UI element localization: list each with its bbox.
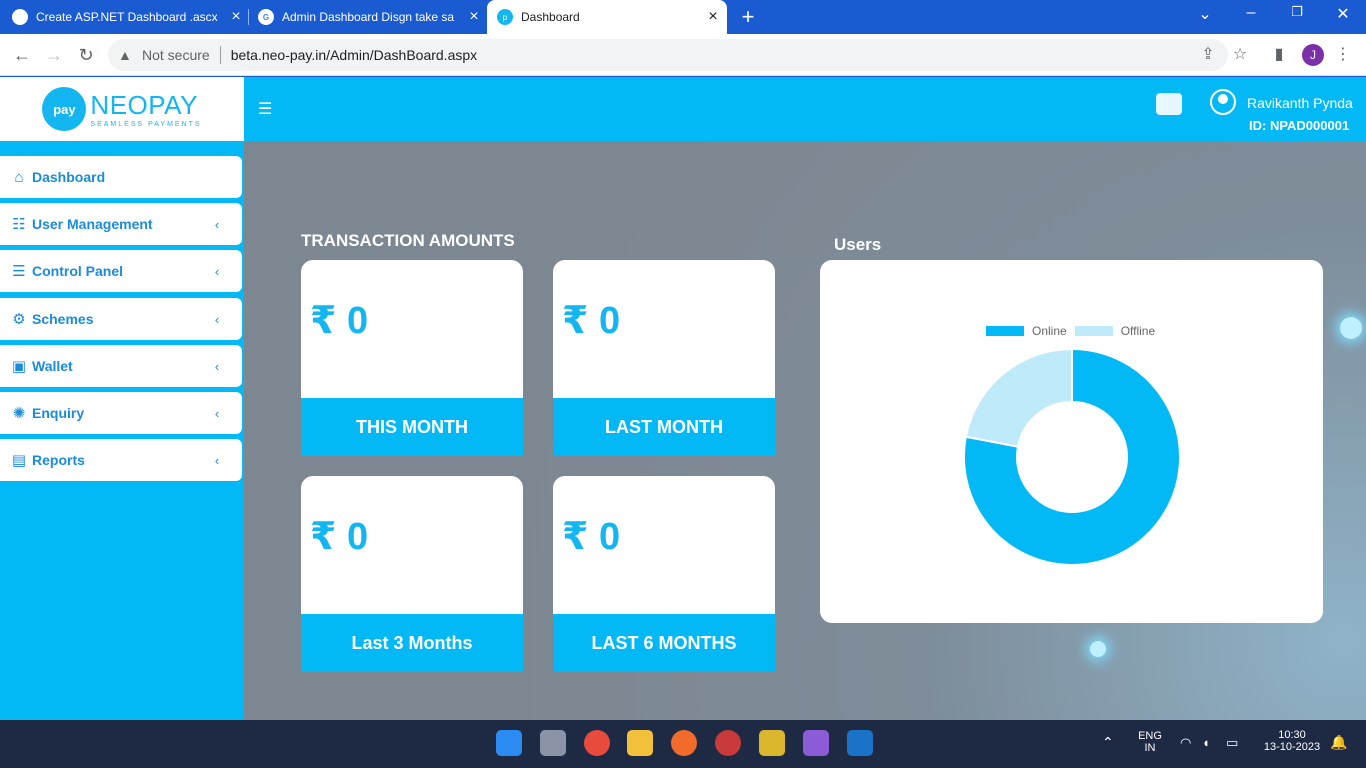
user-id: ID: NPAD000001 bbox=[1249, 118, 1350, 133]
sidebar-item-dashboard[interactable]: ⌂ Dashboard bbox=[0, 156, 242, 198]
chevron-left-icon[interactable]: ‹ bbox=[208, 264, 226, 279]
share-icon[interactable]: ⇪ bbox=[1197, 44, 1219, 66]
brand-name: NEOPAY bbox=[90, 90, 198, 120]
notification-bell-icon[interactable]: 🔔 bbox=[1330, 734, 1347, 751]
windows-start-icon[interactable] bbox=[496, 730, 522, 756]
address-bar[interactable]: ▲ Not secure beta.neo-pay.in/Admin/DashB… bbox=[108, 39, 1228, 71]
file-explorer-icon[interactable] bbox=[627, 730, 653, 756]
chrome-icon[interactable] bbox=[584, 730, 610, 756]
language-indicator[interactable]: ENG IN bbox=[1134, 730, 1166, 754]
close-tab-icon[interactable]: × bbox=[228, 8, 244, 26]
chevron-left-icon[interactable]: ‹ bbox=[208, 312, 226, 327]
star-icon[interactable]: ☆ bbox=[1229, 44, 1251, 66]
sidebar-item-schemes[interactable]: ⚙ Schemes ‹ bbox=[0, 298, 242, 340]
google-icon: G bbox=[258, 9, 274, 25]
close-tab-icon[interactable]: × bbox=[466, 8, 482, 26]
amount-value: ₹ 0 bbox=[310, 300, 369, 342]
restore-icon[interactable]: ❐ bbox=[1287, 4, 1307, 20]
outlook-icon[interactable] bbox=[847, 730, 873, 756]
card-caption: Last 3 Months bbox=[301, 614, 523, 672]
os-taskbar: ⌃ ENG IN ◠ ◖ ▭ 10:30 13-10-2023 🔔 bbox=[0, 720, 1366, 768]
amount-value: ₹ 0 bbox=[310, 516, 369, 558]
donut-slice-offline[interactable] bbox=[964, 347, 1073, 448]
amount-card-last-3-months[interactable]: ₹ 0 Last 3 Months bbox=[301, 476, 523, 672]
sidebar-item-wallet[interactable]: ▣ Wallet ‹ bbox=[0, 345, 242, 387]
close-window-icon[interactable]: ✕ bbox=[1333, 4, 1353, 24]
sidebar-item-user-management[interactable]: ☷ User Management ‹ bbox=[0, 203, 242, 245]
sidebar: ⌂ Dashboard ☷ User Management ‹ ☰ Contro… bbox=[0, 141, 244, 720]
tab-dashboard[interactable]: p Dashboard × bbox=[487, 0, 727, 34]
visual-studio-icon[interactable] bbox=[803, 730, 829, 756]
card-caption: LAST 6 MONTHS bbox=[553, 614, 775, 672]
clock[interactable]: 10:30 13-10-2023 bbox=[1258, 729, 1326, 753]
task-view-icon[interactable] bbox=[540, 730, 566, 756]
wallet-icon: ▣ bbox=[11, 358, 27, 375]
battery-icon[interactable]: ▭ bbox=[1226, 735, 1238, 751]
sidebar-item-control-panel[interactable]: ☰ Control Panel ‹ bbox=[0, 250, 242, 292]
reload-icon[interactable]: ↻ bbox=[75, 44, 97, 66]
clipboard-icon: ▤ bbox=[11, 452, 27, 469]
tools-icon[interactable] bbox=[759, 730, 785, 756]
divider bbox=[219, 46, 221, 64]
enquiry-icon: ✺ bbox=[12, 405, 26, 422]
close-tab-icon[interactable]: × bbox=[705, 8, 721, 26]
users-chart-card: Online Offline bbox=[820, 260, 1323, 623]
wifi-icon[interactable]: ◠ bbox=[1180, 735, 1191, 751]
neopay-favicon-icon: p bbox=[497, 9, 513, 25]
amount-card-last-6-months[interactable]: ₹ 0 LAST 6 MONTHS bbox=[553, 476, 775, 672]
amount-value: ₹ 0 bbox=[562, 516, 621, 558]
decorative-glow bbox=[1340, 317, 1362, 339]
menu-kebab-icon[interactable]: ⋮ bbox=[1332, 44, 1354, 66]
minimize-icon[interactable]: – bbox=[1241, 4, 1261, 22]
card-caption: THIS MONTH bbox=[301, 398, 523, 456]
volume-icon[interactable]: ◖ bbox=[1202, 735, 1210, 750]
top-header: ☰ Ravikanth Pynda ID: NPAD000001 bbox=[244, 77, 1366, 141]
back-icon[interactable]: ← bbox=[11, 44, 33, 66]
security-label[interactable]: Not secure bbox=[142, 47, 210, 63]
url-text[interactable]: beta.neo-pay.in/Admin/DashBoard.aspx bbox=[231, 47, 477, 63]
hamburger-menu-icon[interactable]: ☰ bbox=[258, 99, 272, 119]
page-favicon-icon bbox=[12, 9, 28, 25]
home-icon: ⌂ bbox=[14, 168, 24, 186]
brand-tagline: SEAMLESS PAYMENTS bbox=[90, 121, 202, 128]
main-content: TRANSACTION AMOUNTS Users ₹ 0 THIS MONTH… bbox=[244, 141, 1366, 720]
chevron-left-icon[interactable]: ‹ bbox=[208, 406, 226, 421]
tab-create-aspnet[interactable]: Create ASP.NET Dashboard .ascx × bbox=[12, 0, 244, 34]
logo-mark-icon: pay bbox=[42, 87, 87, 131]
chevron-left-icon[interactable]: ‹ bbox=[208, 359, 226, 374]
chevron-left-icon[interactable]: ‹ bbox=[208, 453, 226, 468]
sidebar-item-enquiry[interactable]: ✺ Enquiry ‹ bbox=[0, 392, 242, 434]
app-icon[interactable] bbox=[715, 730, 741, 756]
user-name[interactable]: Ravikanth Pynda bbox=[1247, 95, 1353, 111]
amount-card-last-month[interactable]: ₹ 0 LAST MONTH bbox=[553, 260, 775, 456]
browser-toolbar: ← → ↻ ▲ Not secure beta.neo-pay.in/Admin… bbox=[0, 34, 1366, 76]
tab-separator bbox=[248, 9, 249, 25]
users-donut-chart bbox=[963, 347, 1181, 566]
browser-tab-strip: Create ASP.NET Dashboard .ascx × G Admin… bbox=[0, 0, 1366, 34]
sidepanel-icon[interactable]: ▮ bbox=[1268, 44, 1290, 66]
card-caption: LAST MONTH bbox=[553, 398, 775, 456]
amount-value: ₹ 0 bbox=[562, 300, 621, 342]
gear-icon: ⚙ bbox=[12, 311, 26, 328]
user-avatar-icon[interactable] bbox=[1210, 89, 1236, 115]
new-tab-icon[interactable]: + bbox=[737, 4, 759, 30]
forward-icon[interactable]: → bbox=[43, 44, 65, 66]
transaction-amounts-title: TRANSACTION AMOUNTS bbox=[301, 231, 515, 250]
chevron-up-icon[interactable]: ⌃ bbox=[1102, 734, 1114, 751]
profile-avatar[interactable]: J bbox=[1302, 44, 1324, 66]
warning-icon: ▲ bbox=[118, 47, 132, 63]
app-root: pay NEOPAY SEAMLESS PAYMENTS ☰ Ravikanth… bbox=[0, 77, 1366, 720]
wallet-icon[interactable] bbox=[1156, 93, 1182, 115]
brand-logo[interactable]: pay NEOPAY SEAMLESS PAYMENTS bbox=[0, 77, 244, 141]
decorative-glow bbox=[1090, 641, 1106, 657]
users-title: Users bbox=[834, 235, 882, 254]
amount-card-this-month[interactable]: ₹ 0 THIS MONTH bbox=[301, 260, 523, 456]
sliders-icon: ☰ bbox=[12, 263, 26, 280]
chevron-left-icon[interactable]: ‹ bbox=[208, 217, 226, 232]
postman-icon[interactable] bbox=[671, 730, 697, 756]
tab-admin-dashboard[interactable]: G Admin Dashboard Disgn take sa × bbox=[258, 0, 482, 34]
sidebar-item-reports[interactable]: ▤ Reports ‹ bbox=[0, 439, 242, 481]
tab-search-icon[interactable]: ⌄ bbox=[1195, 4, 1215, 24]
users-icon: ☷ bbox=[12, 216, 26, 233]
